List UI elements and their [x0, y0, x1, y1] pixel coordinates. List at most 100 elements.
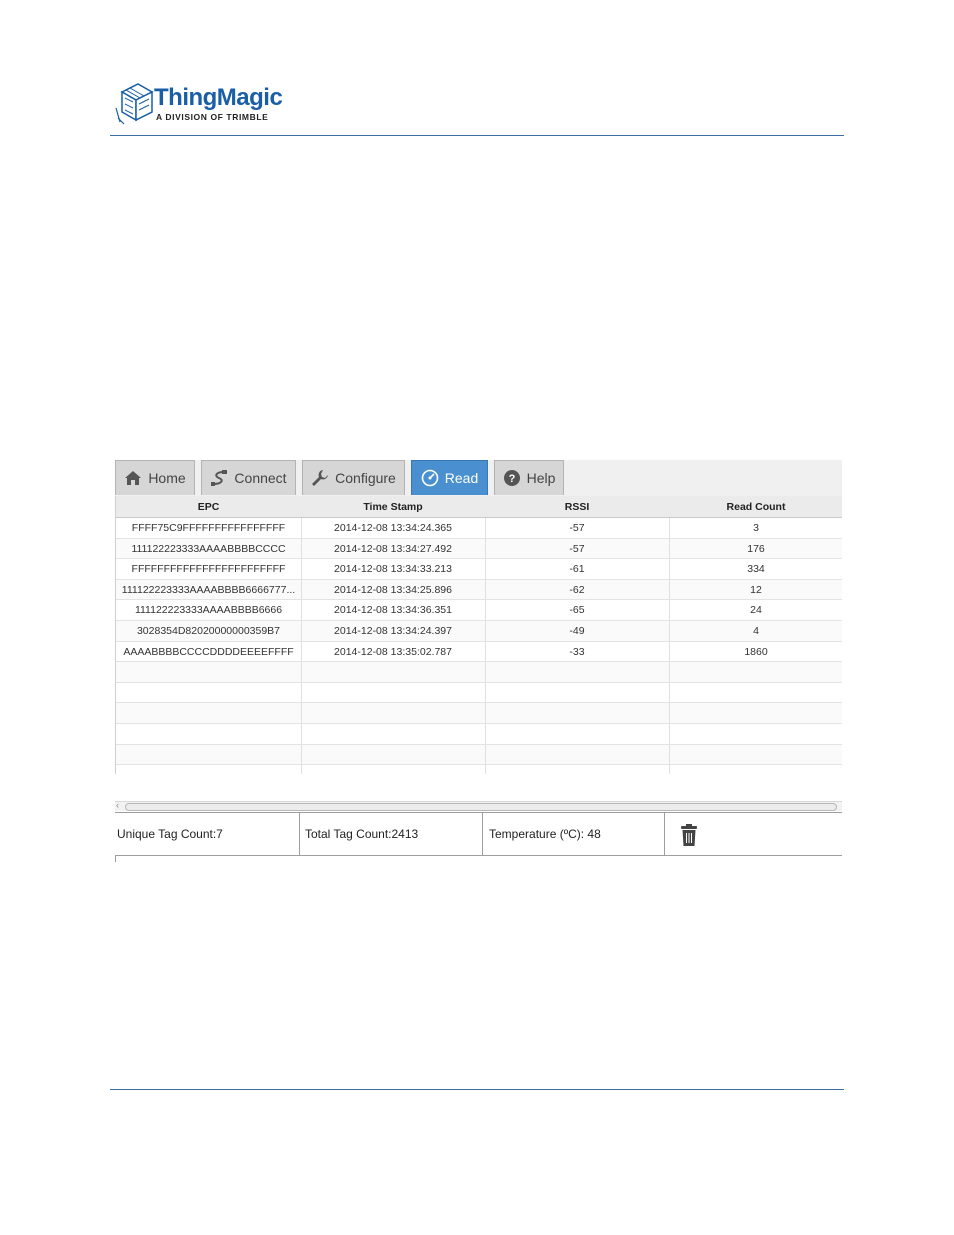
column-divider: [485, 662, 486, 682]
svg-text:?: ?: [508, 473, 515, 485]
tab-home[interactable]: Home: [115, 460, 195, 495]
scrollbar-thumb[interactable]: [125, 803, 837, 811]
column-divider: [485, 682, 486, 703]
trash-icon[interactable]: [681, 824, 697, 846]
column-divider: [669, 724, 670, 744]
cell-epc: FFFFFFFFFFFFFFFFFFFFFFFF: [131, 563, 286, 576]
table-header: EPC Time Stamp RSSI Read Count: [116, 496, 842, 518]
cell-time-stamp: 2014-12-08 13:34:24.365: [334, 522, 452, 534]
tab-configure-label: Configure: [335, 470, 396, 486]
empty-table-row: [116, 703, 842, 724]
tab-read-label: Read: [444, 470, 479, 486]
column-divider: [301, 662, 302, 682]
column-divider: [301, 765, 302, 774]
column-divider: [485, 765, 486, 774]
cell-time-stamp: 2014-12-08 13:34:27.492: [334, 542, 452, 555]
tab-help-label: Help: [526, 470, 556, 486]
wrench-icon: [312, 470, 329, 486]
footer-rule: [110, 1089, 844, 1090]
tab-connect[interactable]: Connect: [201, 460, 296, 495]
scroll-left-icon[interactable]: ‹: [116, 800, 119, 810]
header-rule: [110, 135, 844, 136]
cell-time-stamp: 2014-12-08 13:35:02.787: [334, 645, 452, 658]
tab-home-label: Home: [148, 470, 186, 486]
column-header-epc[interactable]: EPC: [116, 496, 301, 518]
column-divider: [485, 744, 486, 765]
home-icon: [125, 471, 142, 485]
tag-table: EPC Time Stamp RSSI Read Count FFFF75C9F…: [115, 496, 842, 774]
column-divider: [301, 682, 302, 703]
table-row[interactable]: 111122223333AAAABBBB6666777... 2014-12-08…: [116, 579, 842, 601]
tab-connect-label: Connect: [234, 470, 287, 486]
table-row[interactable]: FFFF75C9FFFFFFFFFFFFFFFF 2014-12-08 13:34…: [116, 518, 842, 539]
unique-tag-count: Unique Tag Count:7: [117, 827, 223, 841]
thingmagic-logo: ThingMagic A DIVISION OF TRIMBLE: [114, 78, 294, 128]
reader-app: Home Connect Configure Read ? Help EPC T…: [115, 460, 842, 862]
document-header: ThingMagic A DIVISION OF TRIMBLE: [110, 78, 844, 136]
column-divider: [485, 703, 486, 723]
tab-read[interactable]: Read: [411, 460, 488, 495]
cell-read-count: 12: [750, 583, 762, 596]
cell-epc: 3028354D82020000000359B7: [136, 625, 281, 637]
table-row[interactable]: 111122223333AAAABBBBCCCC 2014-12-08 13:34…: [116, 538, 842, 560]
cell-rssi: -65: [569, 604, 585, 617]
total-tag-count: Total Tag Count:2413: [305, 827, 419, 841]
tab-configure[interactable]: Configure: [302, 460, 405, 495]
cell-read-count: 334: [747, 563, 765, 576]
cell-rssi: -57: [569, 522, 585, 534]
tab-bar: Home Connect Configure Read ? Help: [115, 460, 842, 496]
column-divider: [669, 662, 670, 682]
table-row[interactable]: FFFFFFFFFFFFFFFFFFFFFFFF 2014-12-08 13:34…: [116, 559, 842, 580]
column-header-rssi[interactable]: RSSI: [485, 496, 669, 518]
column-divider: [301, 744, 302, 765]
empty-table-row: [116, 765, 842, 774]
column-header-time-stamp[interactable]: Time Stamp: [301, 496, 485, 518]
cell-time-stamp: 2014-12-08 13:34:36.351: [334, 604, 452, 617]
cell-rssi: -61: [569, 563, 585, 576]
cell-epc: 111122223333AAAABBBB6666: [134, 604, 283, 617]
cell-read-count: 3: [753, 522, 759, 534]
status-divider: [482, 813, 483, 855]
cell-epc: 111122223333AAAABBBBCCCC: [131, 542, 286, 555]
column-divider: [669, 744, 670, 765]
column-divider: [301, 703, 302, 723]
cell-rssi: -62: [569, 583, 585, 596]
table-row[interactable]: AAAABBBBCCCCDDDDEEEEFFFF 2014-12-08 13:35…: [116, 641, 842, 663]
cell-read-count: 176: [747, 542, 765, 555]
help-icon: ?: [503, 470, 520, 486]
column-divider: [485, 724, 486, 744]
brand-name: ThingMagic: [154, 84, 283, 111]
temperature-readout: Temperature (ºC): 48: [489, 827, 601, 841]
cell-rssi: -57: [569, 542, 585, 555]
column-divider: [669, 682, 670, 703]
gauge-icon: [421, 469, 439, 487]
cell-rssi: -33: [569, 645, 585, 658]
logo-cube-icon: [115, 83, 154, 125]
empty-table-row: [116, 682, 842, 704]
empty-table-row: [116, 662, 842, 683]
cell-read-count: 24: [750, 604, 762, 617]
column-divider: [669, 703, 670, 723]
status-bar: Unique Tag Count:7 Total Tag Count:2413 …: [115, 812, 842, 856]
status-divider: [664, 813, 665, 855]
cell-epc: AAAABBBBCCCCDDDDEEEEFFFF: [123, 645, 294, 658]
empty-table-row: [116, 724, 842, 745]
status-divider: [299, 813, 300, 855]
column-divider: [301, 724, 302, 744]
horizontal-scrollbar[interactable]: ‹: [115, 800, 842, 811]
cell-time-stamp: 2014-12-08 13:34:33.213: [334, 563, 452, 576]
table-row[interactable]: 111122223333AAAABBBB6666 2014-12-08 13:34…: [116, 600, 842, 621]
cell-rssi: -49: [569, 625, 585, 637]
tab-help[interactable]: ? Help: [494, 460, 564, 495]
empty-table-row: [116, 744, 842, 766]
cell-read-count: 1860: [744, 645, 768, 658]
cell-read-count: 4: [753, 625, 759, 637]
status-bar-stub: [115, 856, 233, 862]
column-header-read-count[interactable]: Read Count: [669, 496, 842, 518]
cell-time-stamp: 2014-12-08 13:34:25.896: [334, 583, 452, 596]
connect-icon: [211, 470, 228, 486]
column-divider: [669, 765, 670, 774]
cell-epc: FFFF75C9FFFFFFFFFFFFFFFF: [131, 522, 286, 534]
table-row[interactable]: 3028354D82020000000359B7 2014-12-08 13:34…: [116, 621, 842, 642]
cell-time-stamp: 2014-12-08 13:34:24.397: [334, 625, 452, 637]
